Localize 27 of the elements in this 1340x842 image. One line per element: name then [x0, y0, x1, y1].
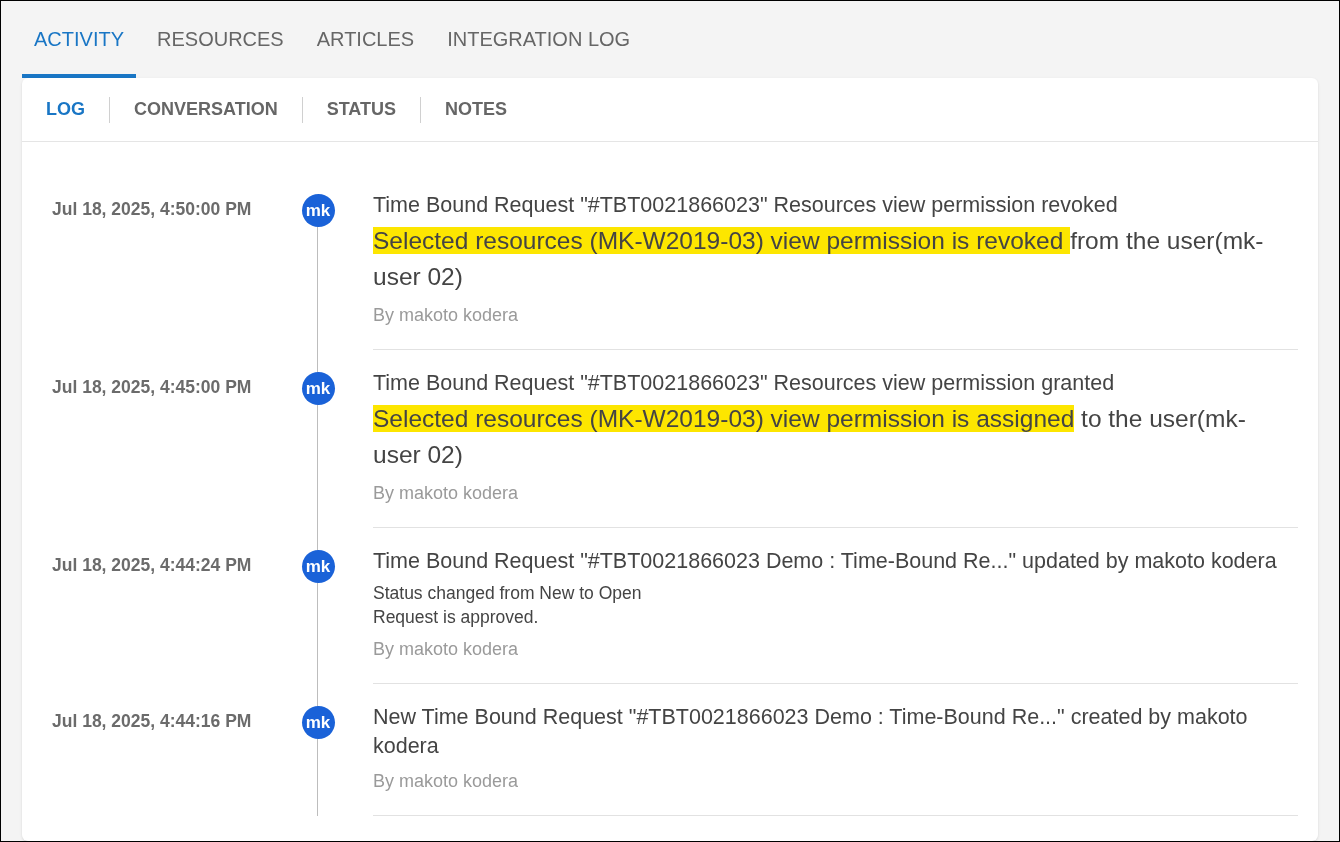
entry-title: Time Bound Request "#TBT0021866023 Demo : Time-Bound Re..." updated by makoto kodera [373, 548, 1278, 575]
entry-detail: Selected resources (MK-W2019-03) view permission is assigned to the user(mk-user 02) [373, 404, 1247, 470]
subtab[interactable]: NOTES [421, 96, 532, 123]
entry-author: By makoto kodera [373, 638, 520, 661]
user-avatar: mk [301, 706, 335, 739]
entry-title: New Time Bound Request "#TBT0021866023 Demo : Time-Bound Re..." created by makoto kodera [373, 704, 1249, 760]
entry-detail: Selected resources (MK-W2019-03) view permission is revoked from the user(mk-user 02) [373, 226, 1265, 292]
entry-author: By makoto kodera [373, 304, 520, 327]
entry-author: By makoto kodera [373, 482, 520, 505]
entry-title: Time Bound Request "#TBT0021866023" Resources view permission revoked [373, 192, 1119, 219]
tab[interactable]: RESOURCES [145, 1, 296, 78]
tab[interactable]: INTEGRATION LOG [435, 1, 643, 78]
entry-timestamp: Jul 18, 2025, 4:50:00 PM [52, 199, 252, 219]
entry-note: Request is approved. [373, 606, 540, 629]
entry-timestamp: Jul 18, 2025, 4:45:00 PM [52, 377, 252, 397]
subtab[interactable]: CONVERSATION [110, 96, 302, 123]
subtab[interactable]: LOG [22, 96, 109, 123]
entry-author: By makoto kodera [373, 770, 520, 793]
entry-timestamp: Jul 18, 2025, 4:44:24 PM [52, 555, 252, 575]
entry-note: Status changed from New to Open [373, 582, 643, 605]
subtab[interactable]: STATUS [302, 96, 420, 123]
user-avatar: mk [301, 194, 335, 227]
tab[interactable]: ARTICLES [304, 1, 427, 78]
entry-timestamp: Jul 18, 2025, 4:44:16 PM [52, 711, 252, 731]
entry-title: Time Bound Request "#TBT0021866023" Resources view permission granted [373, 370, 1116, 397]
user-avatar: mk [301, 550, 335, 583]
user-avatar: mk [301, 372, 335, 405]
